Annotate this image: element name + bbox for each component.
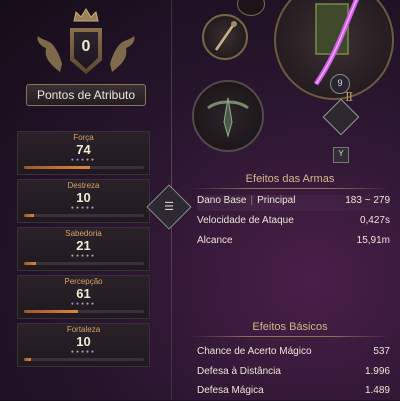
row-value: 15,91m [356, 235, 390, 246]
tier-dot: ● [91, 253, 97, 259]
basic-effects-title: Efeitos Básicos [252, 321, 328, 333]
stat-row: Dano Base | Principal 183 ~ 279 [197, 195, 390, 211]
stat-progress-bar [24, 310, 144, 313]
stat-value: 21 [76, 238, 91, 253]
stat-row: Defesa Mágica 1.489 [197, 385, 390, 401]
row-value: 1.489 [364, 385, 390, 396]
stat-panel-sabedoria[interactable]: Sabedoria 21 ●●●●● [17, 227, 150, 271]
rune-icon: Ⅱ [345, 90, 354, 104]
row-value: 537 [373, 346, 390, 357]
stat-row: Defesa à Distância 1.996 [197, 366, 390, 382]
row-label: Defesa Mágica [197, 385, 264, 396]
tier-dot: ● [91, 205, 97, 211]
stat-label: Sabedoria [65, 229, 102, 238]
stat-panel-percepcao[interactable]: Percepção 61 ●●●●● [17, 275, 150, 319]
stat-tier-dots: ●●●●● [18, 301, 149, 307]
stat-tier-dots: ●●●●● [18, 205, 149, 211]
weapon-effects-title: Efeitos das Armas [245, 173, 335, 185]
stat-tier-dots: ●●●●● [18, 157, 149, 163]
stat-progress-bar [24, 358, 144, 361]
stat-progress-bar [24, 166, 144, 169]
tier-dot: ● [91, 301, 97, 307]
stat-panel-destreza[interactable]: Destreza 10 ●●●●● [17, 179, 150, 223]
row-label: Chance de Acerto Mágico [197, 346, 312, 357]
row-label: Velocidade de Ataque [197, 215, 294, 226]
stat-row: Alcance 15,91m [197, 235, 390, 251]
stat-label: Força [73, 133, 94, 142]
stat-panel-forca[interactable]: Força 74 ●●●●● [17, 131, 150, 175]
attribute-points-emblem: 0 Pontos de Atributo [26, 8, 146, 106]
row-label: Defesa à Distância [197, 366, 281, 377]
section-divider [190, 336, 390, 337]
stat-value: 74 [76, 142, 91, 157]
attribute-points-label: Pontos de Atributo [26, 84, 146, 106]
stat-tier-dots: ●●●●● [18, 253, 149, 259]
stat-label: Destreza [67, 181, 100, 190]
row-label: Dano Base [197, 195, 247, 206]
stat-progress-bar [24, 262, 144, 265]
stat-tier-dots: ●●●●● [18, 349, 149, 355]
row-label: Alcance [197, 235, 233, 246]
secondary-weapon-slot[interactable] [202, 14, 248, 60]
attribute-points-value: 0 [74, 32, 98, 69]
griffin-icon [37, 36, 62, 72]
crossbow-slot[interactable] [192, 80, 264, 152]
stat-row: Chance de Acerto Mágico 537 [197, 346, 390, 362]
tier-dot: ● [91, 349, 97, 355]
accessory-slot[interactable] [237, 0, 265, 16]
staff-icon [214, 21, 237, 51]
stat-value: 61 [76, 286, 91, 301]
crown-icon [73, 8, 99, 22]
crossbow-icon [207, 97, 249, 138]
griffin-icon [110, 36, 135, 72]
shield-icon: 0 [70, 28, 102, 74]
stat-row: Velocidade de Ataque 0,427s [197, 215, 390, 231]
row-value: 0,427s [359, 215, 390, 226]
row-value: 1.996 [364, 366, 390, 377]
stat-panel-fortaleza[interactable]: Fortaleza 10 ●●●●● [17, 323, 150, 367]
gem-slot[interactable] [322, 98, 360, 136]
stat-label: Fortaleza [66, 325, 101, 334]
slot-tag: Y [333, 147, 349, 163]
row-value: 183 ~ 279 [345, 195, 390, 206]
stat-progress-bar [24, 214, 144, 217]
row-sublabel: Principal [257, 195, 296, 206]
stat-value: 10 [76, 190, 91, 205]
tier-dot: ● [91, 157, 97, 163]
stat-value: 10 [76, 334, 91, 349]
section-divider [190, 188, 390, 189]
arrow-right-icon: ☰ [164, 201, 174, 213]
stat-label: Percepção [64, 277, 103, 286]
